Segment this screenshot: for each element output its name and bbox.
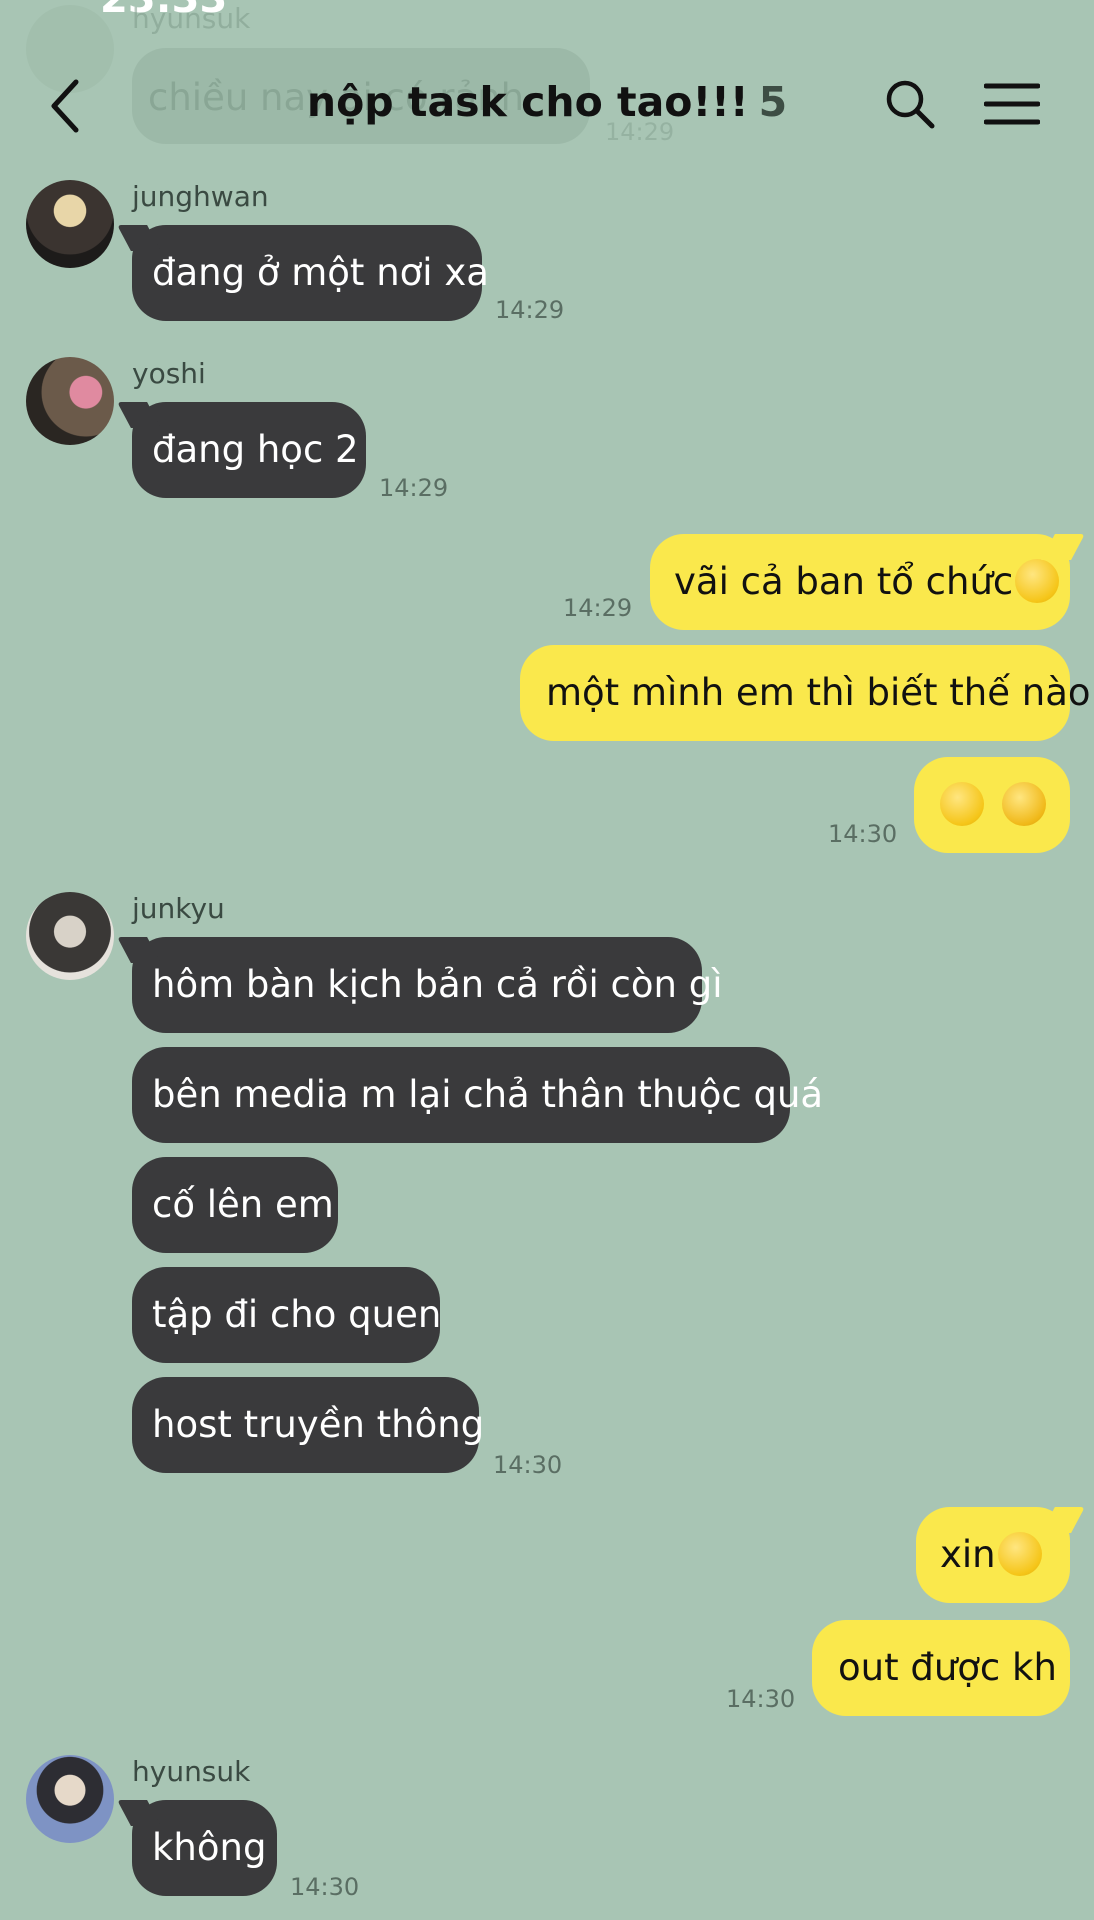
message-time: 14:30 xyxy=(493,1451,563,1479)
message-text: tập đi cho quen xyxy=(152,1293,442,1336)
chat-header: 23:33 hyunsuk chiều nay ai có rảnh 14:29… xyxy=(0,0,1094,170)
search-icon[interactable] xyxy=(884,78,936,130)
sender-name: junkyu xyxy=(132,892,225,925)
message-text: đang ở một nơi xa xyxy=(152,251,489,294)
message-text: đang học 2 xyxy=(152,428,359,471)
avatar-junkyu[interactable] xyxy=(26,892,114,980)
incoming-message-bubble[interactable]: host truyền thông xyxy=(132,1377,484,1473)
message-text: cố lên em xyxy=(152,1183,334,1226)
message-text: out được kh xyxy=(838,1646,1057,1689)
message-text: không xyxy=(152,1826,267,1869)
message-time: 14:30 xyxy=(726,1685,796,1713)
status-icons xyxy=(826,0,1026,10)
crying-cat-emoji xyxy=(1001,781,1046,826)
message-text: hôm bàn kịch bản cả rồi còn gì xyxy=(152,963,723,1006)
message-text: bên media m lại chả thân thuộc quá xyxy=(152,1073,824,1116)
member-count: 5 xyxy=(758,78,788,126)
message-text: vãi cả ban tổ chức xyxy=(674,560,1014,603)
incoming-message-bubble[interactable]: hôm bàn kịch bản cả rồi còn gì xyxy=(132,937,723,1033)
avatar-junghwan[interactable] xyxy=(26,180,114,268)
message-time: 14:29 xyxy=(495,296,565,324)
outgoing-message-bubble[interactable]: một mình em thì biết thế nào xyxy=(520,645,1091,741)
outgoing-message-bubble[interactable]: out được kh xyxy=(812,1620,1070,1716)
message-time: 14:30 xyxy=(828,820,898,848)
incoming-message-bubble[interactable]: cố lên em xyxy=(132,1157,338,1253)
message-time: 14:29 xyxy=(563,594,633,622)
chat-title-text: nộp task cho tao!!! xyxy=(306,78,749,126)
sender-name: junghwan xyxy=(132,180,269,213)
hamburger-menu-icon[interactable] xyxy=(984,80,1040,128)
message-text: xin xyxy=(940,1533,996,1576)
sender-name: hyunsuk xyxy=(132,1755,251,1788)
outgoing-message-bubble[interactable]: xin xyxy=(916,1507,1070,1603)
incoming-message-bubble[interactable]: đang học 2 xyxy=(132,402,366,498)
smile-emoji xyxy=(1015,558,1060,603)
avatar-yoshi[interactable] xyxy=(26,357,114,445)
incoming-message-bubble[interactable]: bên media m lại chả thân thuộc quá xyxy=(132,1047,823,1143)
crying-face-emoji xyxy=(940,781,984,826)
outgoing-message-bubble[interactable]: vãi cả ban tổ chức xyxy=(650,534,1070,630)
ghost-sender-name: hyunsuk xyxy=(132,2,251,35)
message-time: 14:29 xyxy=(379,474,449,502)
incoming-message-bubble[interactable]: không xyxy=(132,1800,277,1896)
smile-emoji xyxy=(997,1531,1042,1576)
incoming-message-bubble[interactable]: đang ở một nơi xa xyxy=(132,225,489,321)
avatar-hyunsuk[interactable] xyxy=(26,1755,114,1843)
outgoing-emoji-bubble[interactable] xyxy=(914,757,1070,853)
message-text: một mình em thì biết thế nào xyxy=(546,671,1091,714)
incoming-message-bubble[interactable]: tập đi cho quen xyxy=(132,1267,442,1363)
sender-name: yoshi xyxy=(132,357,206,390)
message-time: 14:30 xyxy=(290,1873,360,1901)
message-text: host truyền thông xyxy=(152,1403,485,1446)
